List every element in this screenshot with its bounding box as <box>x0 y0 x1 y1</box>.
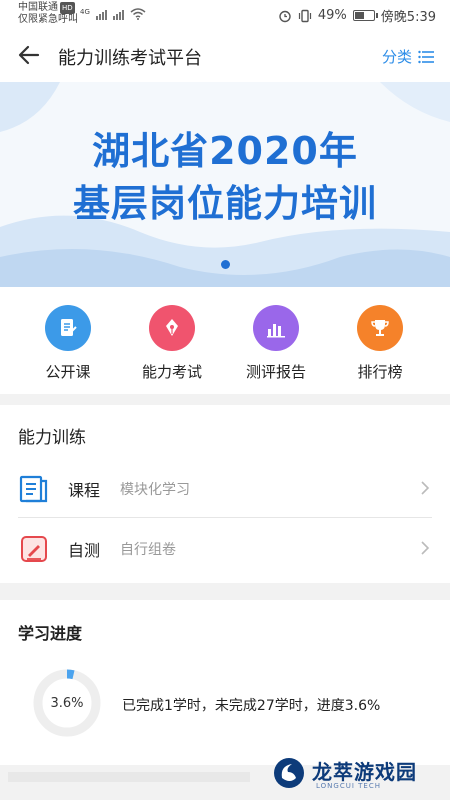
quick-menu-label: 能力考试 <box>141 363 202 381</box>
page-title: 能力训练考试平台 <box>58 48 202 69</box>
watermark-logo <box>274 758 304 788</box>
battery-icon <box>352 10 378 21</box>
status-right: 49% 傍晚5:39 <box>278 6 436 25</box>
progress-title: 学习进度 <box>18 624 83 643</box>
course-row[interactable]: 课程 模块化学习 <box>0 458 450 518</box>
bottom-card-edge <box>8 772 250 782</box>
emergency-label: 仅限紧急呼叫 <box>18 14 78 25</box>
carrier-info: 中国联通 HD 仅限紧急呼叫 <box>18 2 78 26</box>
category-label: 分类 <box>381 48 412 66</box>
watermark-title: 龙萃游戏园 <box>312 760 417 784</box>
self-test-icon <box>21 536 47 562</box>
document-icon <box>45 305 91 351</box>
quick-menu-exam[interactable]: 能力考试 <box>127 305 217 382</box>
trophy-icon <box>357 305 403 351</box>
bar-chart-icon <box>253 305 299 351</box>
progress-section: 学习进度 3.6% 已完成1学时，未完成27学时，进度3.6% <box>0 600 450 765</box>
carrier-name: 中国联通 <box>18 2 58 13</box>
self-test-name: 自测 <box>68 541 101 560</box>
banner-headline: 湖北省2020年 <box>92 129 358 173</box>
banner-subheadline: 基层岗位能力培训 <box>73 182 377 225</box>
course-book-icon <box>19 475 48 503</box>
quick-menu-label: 测评报告 <box>245 363 306 381</box>
quick-menu-label: 公开课 <box>45 363 91 381</box>
quick-menu: 公开课 能力考试 测评报告 排行榜 <box>0 287 450 394</box>
signal-icon <box>95 10 107 20</box>
course-name: 课程 <box>68 481 101 500</box>
alarm-icon <box>279 10 291 22</box>
network-type: 4G <box>80 8 90 16</box>
quick-menu-open-course[interactable]: 公开课 <box>23 305 113 382</box>
vibrate-icon <box>298 9 311 22</box>
carousel-indicator[interactable] <box>221 260 230 269</box>
course-desc: 模块化学习 <box>120 482 190 498</box>
watermark-subtitle: LONGCUI TECH <box>316 782 381 790</box>
chevron-right-icon <box>421 481 430 495</box>
quick-menu-ranking[interactable]: 排行榜 <box>335 305 425 382</box>
hd-badge: HD <box>60 2 75 14</box>
self-test-row[interactable]: 自测 自行组卷 <box>0 518 450 578</box>
self-test-desc: 自行组卷 <box>120 542 176 558</box>
list-icon <box>418 50 434 63</box>
header: 能力训练考试平台 分类 <box>0 30 450 82</box>
training-title: 能力训练 <box>18 428 86 448</box>
clock: 傍晚5:39 <box>380 10 436 25</box>
quick-menu-label: 排行榜 <box>357 363 403 381</box>
wifi-icon <box>130 8 146 20</box>
progress-summary: 已完成1学时，未完成27学时，进度3.6% <box>122 698 381 714</box>
pen-icon <box>149 305 195 351</box>
status-bar: 中国联通 HD 仅限紧急呼叫 4G 49% 傍晚5:39 <box>0 0 450 30</box>
chevron-right-icon <box>421 541 430 555</box>
back-arrow-icon[interactable] <box>16 42 42 68</box>
watermark: 龙萃游戏园 LONGCUI TECH <box>272 754 442 794</box>
training-section: 能力训练 课程 模块化学习 自测 自行组卷 <box>0 405 450 583</box>
quick-menu-report[interactable]: 测评报告 <box>231 305 321 382</box>
category-button[interactable]: 分类 <box>382 46 434 67</box>
progress-percent: 3.6% <box>50 696 84 711</box>
signal-indicators: 4G <box>80 8 146 20</box>
signal-icon-2 <box>112 10 124 20</box>
battery-percent: 49% <box>317 8 347 23</box>
